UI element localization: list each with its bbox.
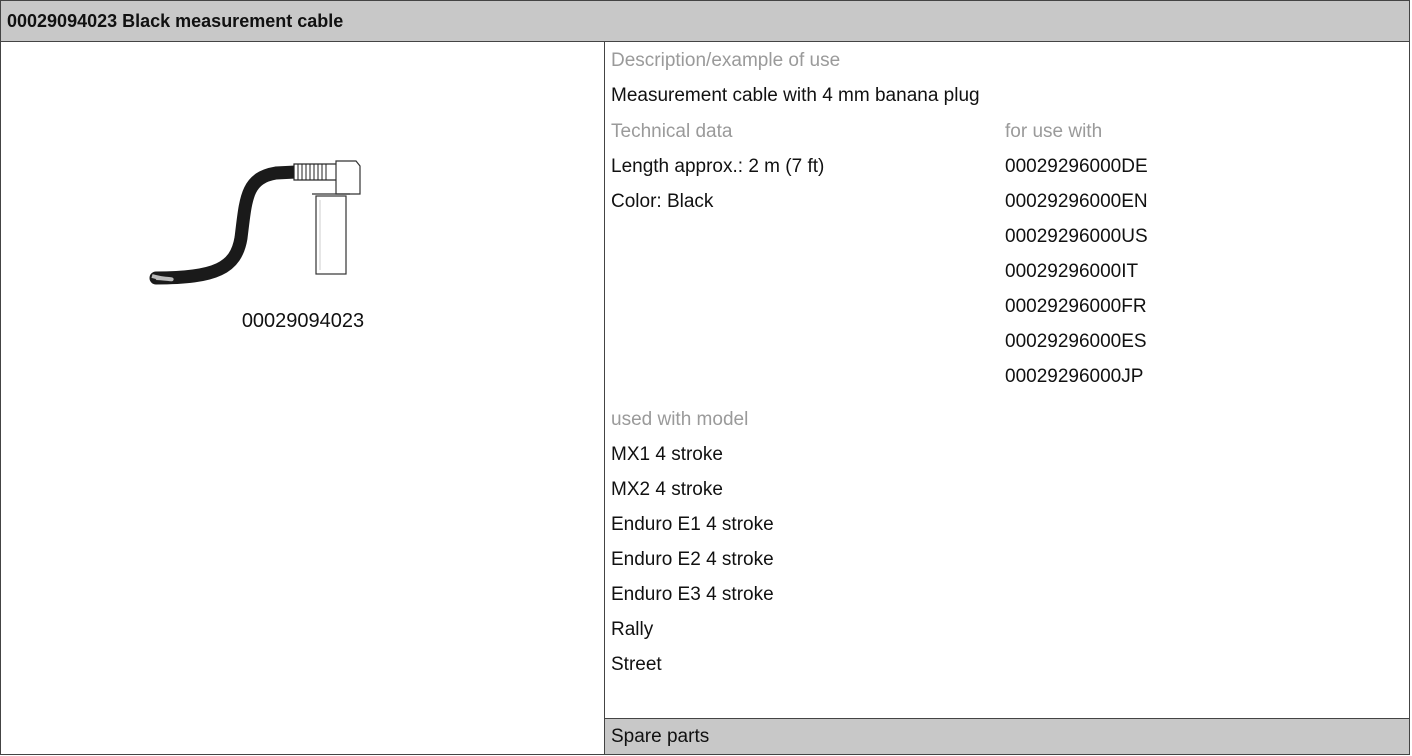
description-label: Description/example of use xyxy=(611,50,841,71)
details-panel: Description/example of use Measurement c… xyxy=(605,42,1409,754)
model-item: MX1 4 stroke xyxy=(611,444,723,465)
for-use-with-item: 00029296000IT xyxy=(1005,261,1139,282)
model-item: MX2 4 stroke xyxy=(611,479,723,500)
tech-item-color: Color: Black xyxy=(611,191,714,212)
product-sheet: 00029094023 Black measurement cable 0002… xyxy=(0,0,1410,755)
for-use-with-item: 00029296000EN xyxy=(1005,191,1148,212)
spare-parts-section: Spare parts xyxy=(605,718,1409,754)
for-use-with-label: for use with xyxy=(1005,121,1103,142)
model-item: Street xyxy=(611,654,662,675)
for-use-with-item: 00029296000ES xyxy=(1005,331,1147,352)
used-with-model-label: used with model xyxy=(611,409,749,430)
description-text: Measurement cable with 4 mm banana plug xyxy=(611,85,980,106)
for-use-with-item: 00029296000US xyxy=(1005,226,1148,247)
image-caption: 00029094023 xyxy=(241,310,365,332)
model-item: Enduro E3 4 stroke xyxy=(611,584,774,605)
technical-data-label: Technical data xyxy=(611,121,733,142)
for-use-with-item: 00029296000JP xyxy=(1005,366,1144,387)
image-panel: 00029094023 xyxy=(1,42,605,754)
cable-icon xyxy=(149,160,361,285)
model-item: Rally xyxy=(611,619,654,640)
model-item: Enduro E1 4 stroke xyxy=(611,514,774,535)
product-title: 00029094023 Black measurement cable xyxy=(1,1,1409,42)
tech-item-length: Length approx.: 2 m (7 ft) xyxy=(611,156,825,177)
for-use-with-item: 00029296000FR xyxy=(1005,296,1147,317)
model-item: Enduro E2 4 stroke xyxy=(611,549,774,570)
for-use-with-item: 00029296000DE xyxy=(1005,156,1148,177)
